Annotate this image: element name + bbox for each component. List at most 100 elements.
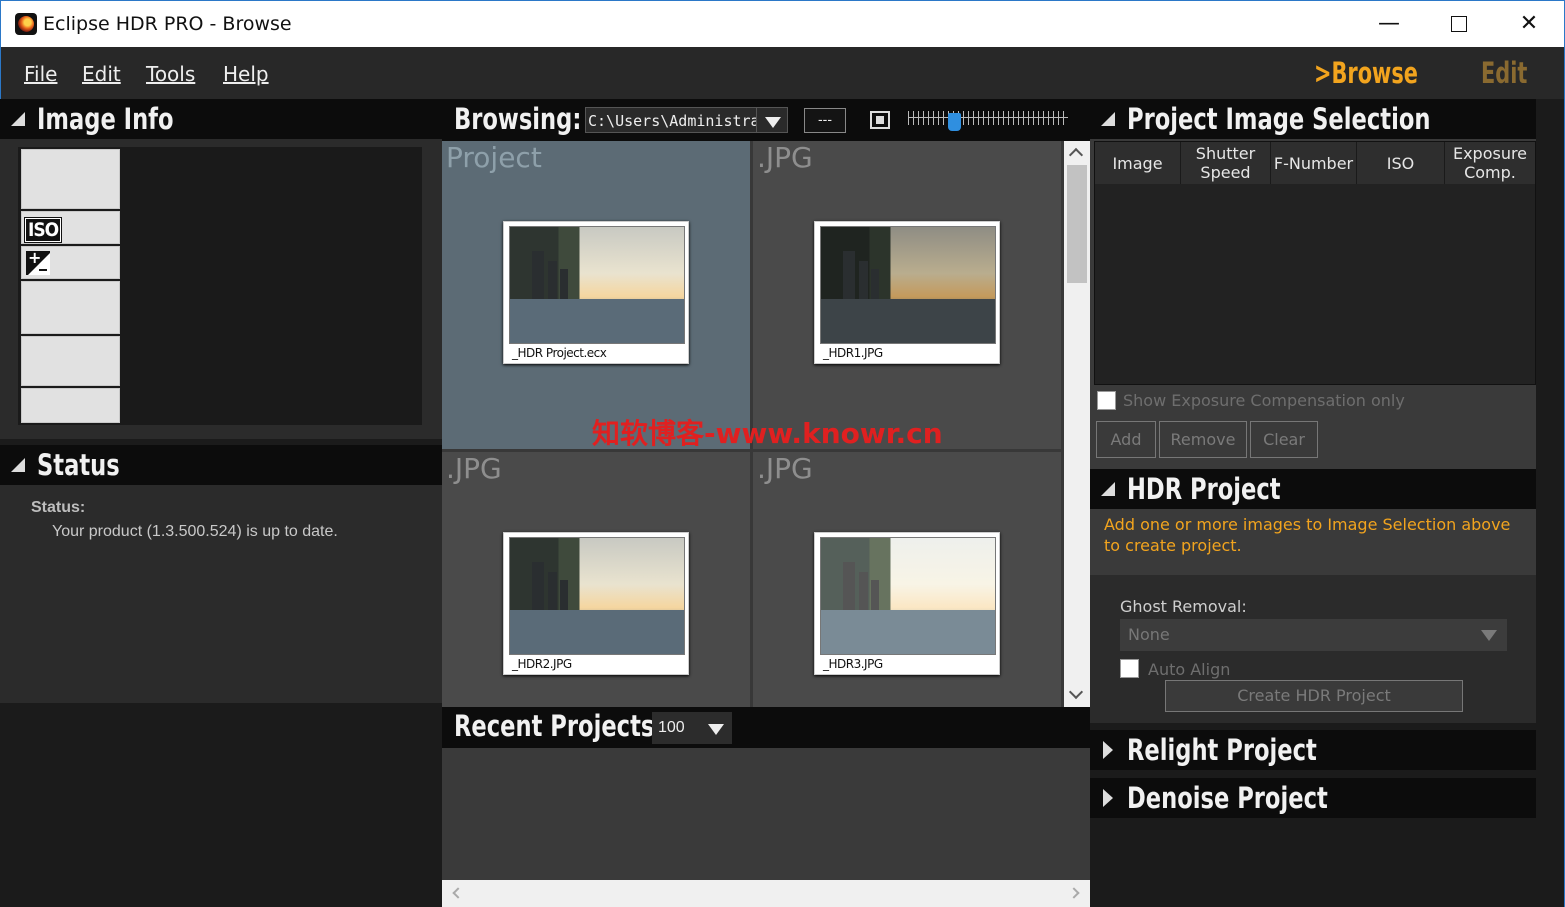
auto-align-checkbox[interactable] — [1120, 659, 1139, 678]
slider-track — [908, 117, 1068, 118]
collapse-triangle-icon — [1101, 482, 1115, 496]
horizontal-scrollbar[interactable] — [442, 880, 1090, 907]
edit-mode-tab[interactable]: Edit — [1481, 56, 1527, 90]
thumbnail-cell-hdr3[interactable]: .JPG _HDR3.JPG — [753, 452, 1061, 707]
browse-toolbar: Browsing: C:\Users\Administrator\Picture… — [442, 99, 1090, 141]
slider-handle[interactable] — [948, 113, 961, 131]
status-title: Status — [37, 448, 120, 482]
recent-count-select[interactable]: 100 — [652, 712, 732, 744]
info-cell-preview — [21, 149, 120, 209]
thumbnail-cell-project[interactable]: Project _HDR Project.ecx — [442, 141, 750, 449]
recent-projects-list[interactable] — [442, 748, 1090, 880]
file-type-label: .JPG — [757, 141, 813, 174]
app-logo-icon — [15, 13, 37, 35]
remove-button[interactable]: Remove — [1159, 421, 1247, 458]
hdr-project-panel: Add one or more images to Image Selectio… — [1090, 509, 1536, 723]
column-f-number[interactable]: F-Number — [1271, 142, 1357, 184]
column-exposure-comp[interactable]: Exposure Comp. — [1445, 142, 1535, 184]
maximize-icon — [1451, 16, 1467, 32]
thumbnail-card[interactable]: _HDR1.JPG — [814, 221, 1000, 364]
hdr-project-title: HDR Project — [1127, 472, 1281, 506]
path-input[interactable]: C:\Users\Administrator\Pictures — [585, 107, 757, 133]
info-cell-3 — [21, 388, 120, 423]
ghost-removal-label: Ghost Removal: — [1120, 597, 1247, 616]
ghost-removal-select[interactable]: None — [1120, 619, 1507, 651]
maximize-button[interactable] — [1424, 1, 1494, 47]
recent-projects-label: Recent Projects: — [454, 709, 664, 743]
slider-ticks — [908, 111, 1068, 125]
column-image[interactable]: Image — [1095, 142, 1181, 184]
add-button[interactable]: Add — [1096, 421, 1156, 458]
hdr-project-message: Add one or more images to Image Selectio… — [1090, 509, 1536, 575]
image-selection-table[interactable]: Image Shutter Speed F-Number ISO Exposur… — [1094, 141, 1536, 385]
menu-edit-label: Edit — [82, 62, 121, 86]
menu-file[interactable]: File — [24, 62, 57, 86]
scroll-down-icon[interactable] — [1068, 684, 1084, 700]
vertical-scrollbar[interactable] — [1064, 141, 1090, 707]
denoise-project-title: Denoise Project — [1127, 781, 1328, 815]
exposure-compensation-icon: + — [26, 248, 50, 275]
create-hdr-project-button[interactable]: Create HDR Project — [1165, 680, 1463, 712]
image-info-box: ISO + — [18, 147, 422, 425]
recent-projects-bar: Recent Projects: 100 — [442, 707, 1090, 748]
column-shutter-speed[interactable]: Shutter Speed — [1181, 142, 1271, 184]
collapse-triangle-icon — [1101, 112, 1115, 126]
file-type-label: .JPG — [757, 452, 813, 485]
menu-edit[interactable]: Edit — [82, 62, 121, 86]
relight-project-header[interactable]: Relight Project — [1090, 730, 1536, 770]
minimize-button[interactable]: — — [1354, 1, 1424, 47]
browse-mode-tab[interactable]: >Browse — [1314, 56, 1418, 90]
chevron-down-icon — [700, 715, 732, 741]
menu-help-label: Help — [223, 62, 269, 86]
iso-icon: ISO — [23, 217, 63, 243]
scroll-up-icon[interactable] — [1068, 147, 1084, 163]
thumbnail-filename: _HDR2.JPG — [512, 657, 572, 671]
menu-bar: File Edit Tools Help >Browse Edit — [0, 47, 1565, 99]
fit-view-icon[interactable] — [870, 111, 890, 129]
thumbnail-image — [820, 226, 996, 344]
menu-tools[interactable]: Tools — [146, 62, 195, 86]
thumbnail-image — [509, 226, 685, 344]
status-header[interactable]: Status — [0, 445, 442, 485]
expand-triangle-icon — [1103, 789, 1113, 807]
scroll-right-icon[interactable] — [1068, 887, 1080, 899]
window-title: Eclipse HDR PRO - Browse — [43, 13, 292, 35]
show-exposure-only-checkbox[interactable] — [1097, 391, 1116, 410]
recent-count-value: 100 — [658, 719, 685, 736]
browse-folder-button[interactable]: --- — [804, 108, 846, 133]
left-panel: Image Info ISO + Status Status: Your pro… — [0, 99, 442, 907]
path-dropdown-button[interactable] — [756, 107, 788, 133]
info-cell-2 — [21, 336, 120, 386]
thumbnail-cell-hdr1[interactable]: .JPG _HDR1.JPG — [753, 141, 1061, 449]
hdr-project-header[interactable]: HDR Project — [1090, 469, 1536, 509]
menu-tools-label: Tools — [146, 62, 196, 86]
scroll-left-icon[interactable] — [452, 887, 464, 899]
denoise-project-header[interactable]: Denoise Project — [1090, 778, 1536, 818]
info-cell-iso: ISO — [21, 211, 120, 244]
thumbnail-card[interactable]: _HDR Project.ecx — [503, 221, 689, 364]
thumbnail-image — [509, 537, 685, 655]
column-iso[interactable]: ISO — [1357, 142, 1445, 184]
file-type-label: .JPG — [446, 452, 502, 485]
clear-button[interactable]: Clear — [1250, 421, 1318, 458]
thumbnail-card[interactable]: _HDR3.JPG — [814, 532, 1000, 675]
relight-project-title: Relight Project — [1127, 733, 1317, 767]
thumbnail-image — [820, 537, 996, 655]
menu-help[interactable]: Help — [223, 62, 269, 86]
image-selection-header[interactable]: Project Image Selection — [1090, 99, 1536, 139]
scrollbar-thumb[interactable] — [1067, 165, 1087, 283]
thumbnail-size-slider[interactable] — [908, 111, 1068, 131]
info-cell-exposure: + — [21, 246, 120, 279]
thumbnail-cell-hdr2[interactable]: .JPG _HDR2.JPG — [442, 452, 750, 707]
status-panel: Status: Your product (1.3.500.524) is up… — [0, 485, 442, 703]
menu-file-label: File — [24, 62, 58, 86]
collapse-triangle-icon — [11, 458, 25, 472]
image-info-header[interactable]: Image Info — [0, 99, 442, 139]
browsing-label: Browsing: — [454, 102, 582, 136]
title-bar: Eclipse HDR PRO - Browse — ✕ — [0, 0, 1565, 47]
close-button[interactable]: ✕ — [1494, 1, 1564, 47]
auto-align-label: Auto Align — [1148, 660, 1231, 679]
thumbnail-card[interactable]: _HDR2.JPG — [503, 532, 689, 675]
status-text: Your product (1.3.500.524) is up to date… — [52, 523, 338, 540]
info-cell-1 — [21, 281, 120, 334]
